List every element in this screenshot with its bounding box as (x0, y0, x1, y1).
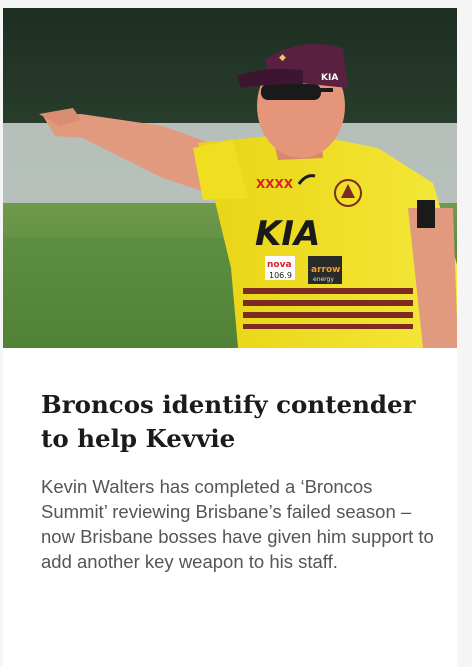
shirt-sponsor-kia: KIA (255, 214, 320, 254)
shirt-sponsor-arrow: arrow (311, 265, 340, 275)
shirt-sponsor-xxxx: XXXX (256, 177, 294, 191)
shirt-sponsor-arrow-sub: energy (313, 276, 334, 283)
article-card[interactable]: ◆ KIA XXXX KIA nova 106.9 arrow energy B… (3, 8, 457, 667)
shirt-sponsor-nova-freq: 106.9 (269, 271, 292, 280)
shirt-sponsor-nova: nova (267, 260, 292, 270)
article-headline[interactable]: Broncos identify contender to help Kevvi… (41, 388, 431, 456)
svg-text:◆: ◆ (279, 53, 286, 63)
article-summary: Kevin Walters has completed a ‘Broncos S… (41, 476, 434, 572)
article-image[interactable]: ◆ KIA XXXX KIA nova 106.9 arrow energy (3, 8, 457, 348)
coach-photo: ◆ KIA XXXX KIA nova 106.9 arrow energy (3, 8, 457, 348)
cap-logo-text: KIA (321, 73, 338, 83)
